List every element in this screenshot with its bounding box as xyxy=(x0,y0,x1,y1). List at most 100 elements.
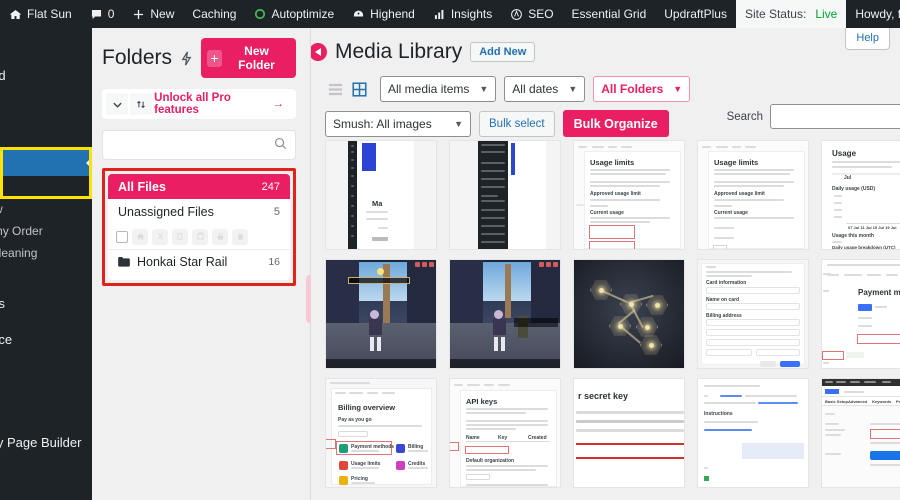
sidebar-item-comments[interactable]: Comments xyxy=(0,290,92,316)
thumb-caption: r secret key xyxy=(578,391,629,401)
folder-actions-toolbar xyxy=(108,224,290,250)
sidebar-item-highend[interactable]: Highend xyxy=(0,88,92,114)
adminbar-essential-grid-label: Essential Grid xyxy=(571,7,647,21)
folders-header: Folders + New Folder xyxy=(102,38,296,78)
search-input[interactable] xyxy=(770,104,900,129)
cut-icon[interactable] xyxy=(152,228,168,245)
sidebar-item-dashboard[interactable]: Dashboard xyxy=(0,62,92,88)
media-item[interactable]: Usage limits Approved usage limit Curren… xyxy=(573,140,685,250)
media-item[interactable]: Payment met xyxy=(821,259,900,369)
sidebar-item-library[interactable]: Library xyxy=(0,176,92,198)
copy-icon[interactable] xyxy=(172,228,188,245)
folder-filter-select[interactable]: All Folders ▼ xyxy=(593,76,691,102)
media-thumbnail-secret-key: r secret key xyxy=(574,379,684,487)
select-all-checkbox[interactable] xyxy=(116,230,128,243)
adminbar-item-insights[interactable]: Insights xyxy=(424,0,501,28)
lightning-icon[interactable] xyxy=(180,51,193,66)
sidebar-item-wpbakery[interactable]: WPBakery Page Builder xyxy=(0,430,92,456)
media-item[interactable]: Billing overview Pay as you go Payment m… xyxy=(325,378,437,488)
folders-search[interactable] xyxy=(102,130,296,160)
adminbar-item-seo[interactable]: SEO xyxy=(501,0,562,28)
media-item[interactable]: Ma xyxy=(325,140,437,250)
sidebar-item-media[interactable]: Media xyxy=(0,150,92,176)
list-view-icon[interactable] xyxy=(325,79,345,99)
lock-icon[interactable] xyxy=(212,228,228,245)
adminbar-item-autoptimize[interactable]: Autoptimize xyxy=(245,0,343,28)
new-folder-button[interactable]: + New Folder xyxy=(201,38,296,78)
media-item[interactable]: Usage limits Approved usage limit Curren… xyxy=(697,140,809,250)
date-filter-select[interactable]: All dates ▼ xyxy=(504,76,586,102)
thumb-caption: API keys xyxy=(466,397,498,406)
folders-title: Folders xyxy=(102,46,173,69)
add-new-button[interactable]: Add New xyxy=(470,42,536,62)
sort-icon[interactable] xyxy=(130,93,153,115)
folder-tree: All Files 247 Unassigned Files 5 Honkai … xyxy=(108,174,290,280)
page-title: Media Library xyxy=(335,40,463,63)
sidebar-item-posts[interactable]: Posts xyxy=(0,124,92,150)
media-item[interactable]: Basic Setup Advanced Keywords Pro Licenc… xyxy=(821,378,900,488)
sidebar-item-add-new[interactable]: Add New xyxy=(0,198,92,220)
folder-icon xyxy=(118,257,130,267)
folder-item-wordpress[interactable]: Wordpress 223 xyxy=(108,274,290,280)
sidebar-item-taxonomy-order[interactable]: Taxonomy Order xyxy=(0,220,92,242)
sidebar-separator xyxy=(0,316,92,326)
media-item[interactable] xyxy=(573,259,685,369)
adminbar-item-caching[interactable]: Caching xyxy=(183,0,245,28)
media-library-content: Help Media Library Add New All media ite… xyxy=(311,28,900,500)
folder-tree-annotation-box: All Files 247 Unassigned Files 5 Honkai … xyxy=(102,168,296,286)
media-item[interactable] xyxy=(449,259,561,369)
folders-pro-bar: Unlock all Pro features → xyxy=(102,89,296,119)
sidebar-item-users[interactable]: Users xyxy=(0,378,92,404)
folder-item-honkai-star-rail[interactable]: Honkai Star Rail 16 xyxy=(108,250,290,274)
sidebar-item-plugins[interactable]: Plugins xyxy=(0,352,92,378)
media-item[interactable]: Card information Name on card Billing ad… xyxy=(697,259,809,369)
media-thumbnail-billing-overview: Billing overview Pay as you go Payment m… xyxy=(326,379,436,487)
media-type-select[interactable]: All media items ▼ xyxy=(380,76,497,102)
adminbar-seo-label: SEO xyxy=(528,7,554,21)
folder-item-label: Unassigned Files xyxy=(118,204,214,219)
media-type-value: All media items xyxy=(388,82,470,96)
site-status-badge[interactable]: Site Status: Live xyxy=(735,0,847,28)
unlock-pro-link[interactable]: Unlock all Pro features → xyxy=(154,92,284,116)
search-label: Search xyxy=(726,110,763,123)
sidebar-item-tools[interactable]: Tools xyxy=(0,404,92,430)
sidebar-item-label: WPBakery Page Builder xyxy=(0,434,82,450)
media-item[interactable]: API keys Name Key Created Default organi… xyxy=(449,378,561,488)
adminbar-item-highend[interactable]: Highend xyxy=(343,0,424,28)
adminbar-item-howdy[interactable]: Howdy, fla xyxy=(846,0,900,28)
media-item[interactable] xyxy=(325,259,437,369)
grid-view-icon[interactable] xyxy=(349,79,369,99)
paste-icon[interactable] xyxy=(192,228,208,245)
media-thumbnail-game-2 xyxy=(450,260,560,368)
home-icon[interactable] xyxy=(132,228,148,245)
adminbar-item-new[interactable]: New xyxy=(123,0,183,28)
trash-icon[interactable] xyxy=(232,228,248,245)
sidebar-item-settings[interactable]: Settings xyxy=(0,456,92,482)
adminbar-item-updraftplus[interactable]: UpdraftPlus xyxy=(655,0,736,28)
sidebar-item-media-cleaning[interactable]: Media Cleaning xyxy=(0,242,92,264)
sidebar-item-appearance[interactable]: Appearance xyxy=(0,326,92,352)
collapse-panel-toggle[interactable] xyxy=(311,43,327,61)
bulk-select-button[interactable]: Bulk select xyxy=(479,110,555,137)
help-tab[interactable]: Help xyxy=(845,28,890,50)
smush-filter-select[interactable]: Smush: All images ▼ xyxy=(325,110,471,137)
folder-item-all-files[interactable]: All Files 247 xyxy=(108,174,290,199)
bulk-organize-button[interactable]: Bulk Organize xyxy=(562,110,669,137)
adminbar-insights-label: Insights xyxy=(450,7,493,21)
comment-icon xyxy=(90,8,103,21)
adminbar-item-essential-grid[interactable]: Essential Grid xyxy=(563,0,656,28)
thumb-caption: Card information xyxy=(706,280,747,286)
sidebar-item-bluehost[interactable]: Bluehost xyxy=(0,36,92,62)
folders-search-input[interactable] xyxy=(111,138,274,152)
adminbar-item-site-name[interactable]: Flat Sun xyxy=(0,0,81,28)
chevron-down-icon[interactable] xyxy=(106,93,129,115)
media-item[interactable] xyxy=(449,140,561,250)
sidebar-item-label: Comments xyxy=(0,295,5,311)
media-item[interactable]: Instructions xyxy=(697,378,809,488)
media-thumbnail-order-email: Instructions xyxy=(698,379,808,487)
folder-item-unassigned-files[interactable]: Unassigned Files 5 xyxy=(108,199,290,224)
adminbar-item-comments[interactable]: 0 xyxy=(81,0,124,28)
media-item[interactable]: r secret key xyxy=(573,378,685,488)
sidebar-item-pages[interactable]: Pages xyxy=(0,264,92,290)
media-item[interactable]: Usage Jul Daily usage (USD) 07 Jul 11 Ju… xyxy=(821,140,900,250)
